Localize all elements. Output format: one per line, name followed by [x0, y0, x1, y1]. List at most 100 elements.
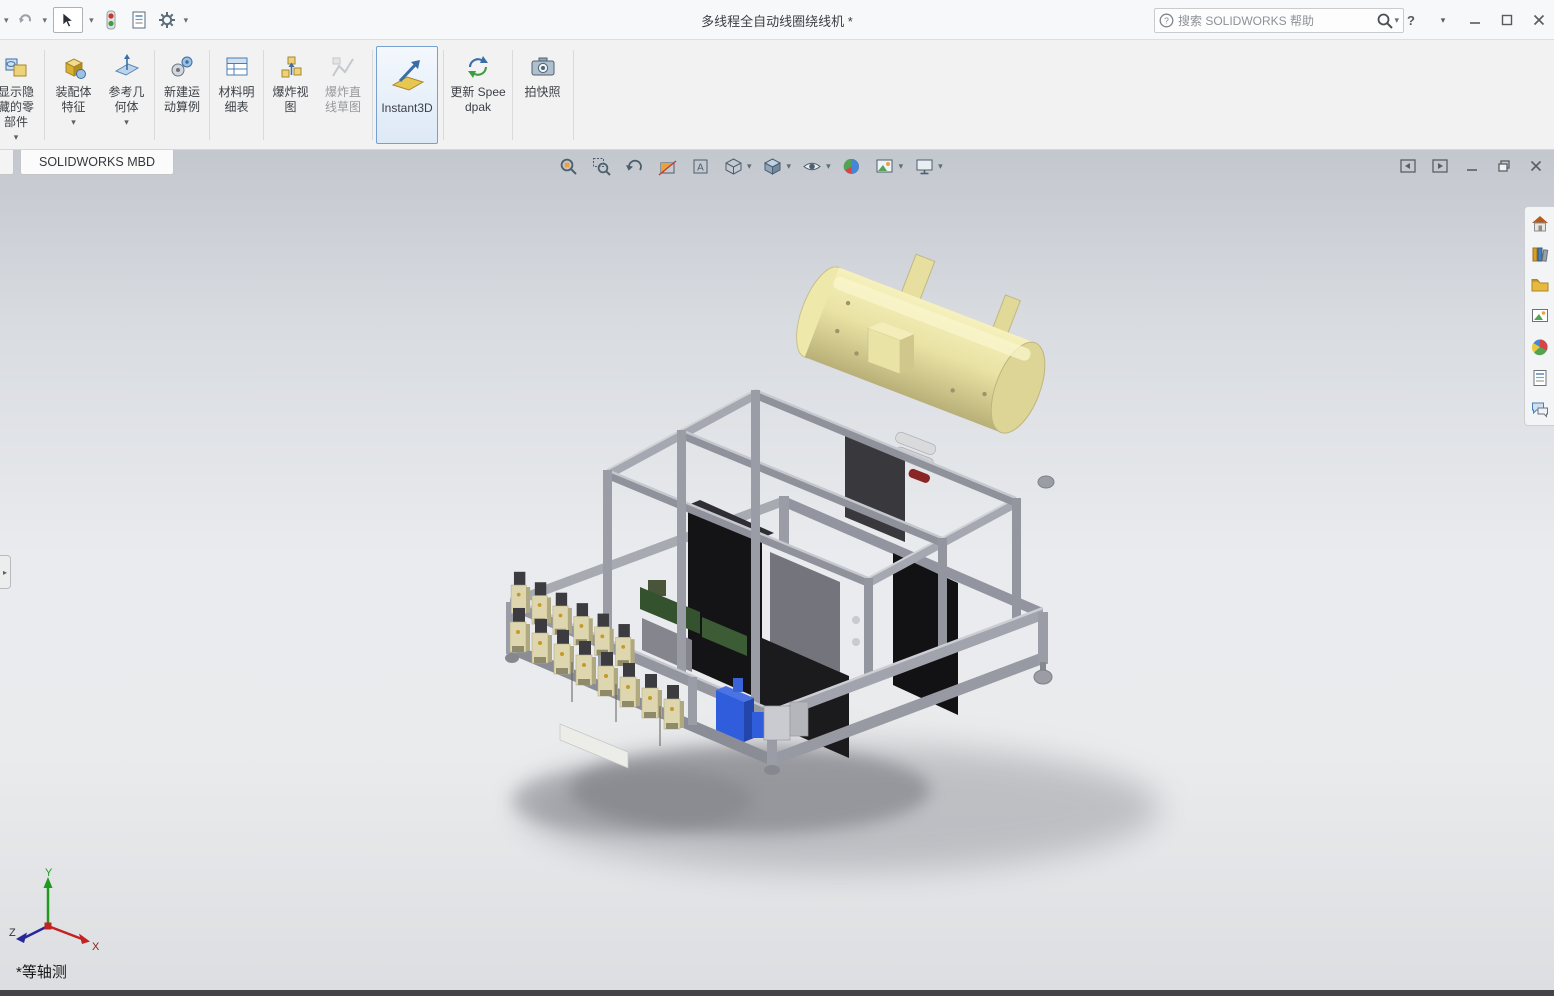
machine-assembly-model[interactable]	[505, 223, 1070, 775]
view-settings-caret-icon[interactable]: ▾	[938, 161, 943, 172]
options-button[interactable]	[156, 9, 178, 31]
ribbon-button-show-hidden-components[interactable]: 显示隐藏的零部件 ▾	[0, 46, 40, 144]
file-explorer-button[interactable]	[1528, 273, 1552, 297]
window-controls: ? ▾	[1402, 0, 1548, 40]
doc-restore-button[interactable]	[1494, 156, 1514, 176]
view-settings-icon	[915, 157, 934, 176]
select-tool-button[interactable]	[53, 7, 83, 33]
eye-icon	[802, 157, 822, 176]
dynamic-annotation-views-button[interactable]: A	[688, 154, 712, 178]
select-cursor-icon	[61, 12, 75, 28]
graphics-area-canvas[interactable]	[0, 150, 1554, 990]
help-button[interactable]: ?	[1402, 11, 1420, 29]
camera-icon	[529, 49, 557, 85]
folder-icon	[1530, 275, 1550, 295]
forum-button[interactable]	[1528, 397, 1552, 421]
separator	[372, 50, 373, 140]
previous-view-icon	[625, 157, 644, 176]
ribbon-button-reference-geometry[interactable]: 参考几何体 ▾	[101, 46, 152, 144]
minimize-button[interactable]	[1466, 11, 1484, 29]
apply-scene-icon	[875, 157, 894, 176]
search-icon[interactable]	[1376, 12, 1394, 30]
custom-properties-button[interactable]	[1528, 366, 1552, 390]
options-caret-icon[interactable]: ▾	[184, 15, 189, 26]
task-pane-strip	[1524, 206, 1554, 426]
ribbon-button-explode-line-sketch: 爆炸直线草图	[316, 46, 370, 144]
ribbon-button-new-motion-study[interactable]: 新建运动算例	[157, 46, 207, 144]
ribbon-button-exploded-view[interactable]: 爆炸视图	[266, 46, 315, 144]
zoom-to-fit-button[interactable]	[556, 154, 580, 178]
qat-overflow-caret-icon[interactable]: ▾	[4, 15, 9, 26]
taskbar-edge	[0, 990, 1554, 996]
tab-solidworks-mbd[interactable]: SOLIDWORKS MBD	[20, 150, 174, 175]
previous-view-button[interactable]	[622, 154, 646, 178]
design-library-icon	[1530, 244, 1550, 264]
undo-button[interactable]	[15, 9, 37, 31]
doc-close-icon	[1529, 159, 1543, 173]
apply-scene-caret-icon[interactable]: ▾	[899, 161, 904, 172]
svg-text:A: A	[697, 162, 704, 173]
separator	[573, 50, 574, 140]
tab-partial[interactable]	[0, 150, 14, 175]
zoom-to-area-icon	[592, 157, 611, 176]
dropdown-caret-icon: ▾	[71, 117, 76, 128]
design-library-button[interactable]	[1528, 242, 1552, 266]
doc-restore-icon	[1497, 159, 1511, 173]
update-speedpak-icon	[464, 49, 492, 85]
view-settings-button[interactable]	[912, 154, 936, 178]
separator	[512, 50, 513, 140]
file-properties-button[interactable]	[128, 9, 150, 31]
select-tool-caret-icon[interactable]: ▾	[89, 15, 94, 26]
help-caret-icon[interactable]: ▾	[1434, 11, 1452, 29]
view-orientation-caret-icon[interactable]: ▾	[747, 161, 752, 172]
ribbon-button-bill-of-materials[interactable]: 材料明细表	[212, 46, 261, 144]
resources-home-button[interactable]	[1528, 211, 1552, 235]
title-bar: ▾ ▾ ▾	[0, 0, 1554, 40]
dynamic-annotation-views-icon: A	[691, 157, 710, 176]
document-window-controls	[1398, 156, 1546, 176]
undo-caret-icon[interactable]: ▾	[43, 15, 48, 26]
view-orientation-icon	[724, 157, 743, 176]
display-style-icon	[763, 157, 782, 176]
section-view-button[interactable]	[655, 154, 679, 178]
close-button[interactable]	[1530, 11, 1548, 29]
doc-close-button[interactable]	[1526, 156, 1546, 176]
apply-scene-button[interactable]	[873, 154, 897, 178]
command-manager-ribbon: 显示隐藏的零部件 ▾ 装配体特征 ▾ 参考几何体 ▾	[0, 40, 1554, 150]
hide-show-items-caret-icon[interactable]: ▾	[826, 161, 831, 172]
maximize-icon	[1501, 14, 1513, 26]
display-style-caret-icon[interactable]: ▾	[787, 161, 792, 172]
view-orientation-button[interactable]	[721, 154, 745, 178]
doc-previous-window-button[interactable]	[1398, 156, 1418, 176]
reference-geometry-icon	[113, 49, 141, 85]
help-circle-icon: ?	[1159, 13, 1174, 28]
doc-minimize-button[interactable]	[1462, 156, 1482, 176]
ribbon-button-update-speedpak[interactable]: 更新 Speedpak	[447, 46, 509, 144]
triad-y-label: Y	[45, 868, 53, 879]
doc-next-window-button[interactable]	[1430, 156, 1450, 176]
search-caret-icon[interactable]: ▾	[1394, 15, 1399, 26]
motion-study-icon	[168, 49, 196, 85]
panel-flyout-handle[interactable]: ▸	[0, 555, 11, 589]
file-properties-icon	[131, 11, 147, 29]
rebuild-button[interactable]	[100, 9, 122, 31]
view-palette-button[interactable]	[1528, 304, 1552, 328]
ribbon-button-assembly-features[interactable]: 装配体特征 ▾	[48, 46, 99, 144]
zoom-to-area-button[interactable]	[589, 154, 613, 178]
instant3d-icon	[387, 49, 427, 101]
command-manager-tabs: SOLIDWORKS MBD	[0, 150, 174, 176]
display-style-button[interactable]	[761, 154, 785, 178]
maximize-button[interactable]	[1498, 11, 1516, 29]
ribbon-button-instant3d[interactable]: Instant3D	[376, 46, 438, 144]
appearances-scenes-button[interactable]	[1528, 335, 1552, 359]
viewport[interactable]: SOLIDWORKS MBD	[0, 150, 1554, 990]
search-input[interactable]	[1178, 14, 1376, 28]
separator	[154, 50, 155, 140]
edit-appearance-button[interactable]	[840, 154, 864, 178]
search-box[interactable]: ? ▾	[1154, 8, 1404, 33]
hide-show-items-button[interactable]	[800, 154, 824, 178]
bill-of-materials-icon	[223, 49, 251, 85]
ribbon-button-take-snapshot[interactable]: 拍快照	[515, 46, 570, 144]
separator	[209, 50, 210, 140]
home-icon	[1530, 213, 1550, 233]
